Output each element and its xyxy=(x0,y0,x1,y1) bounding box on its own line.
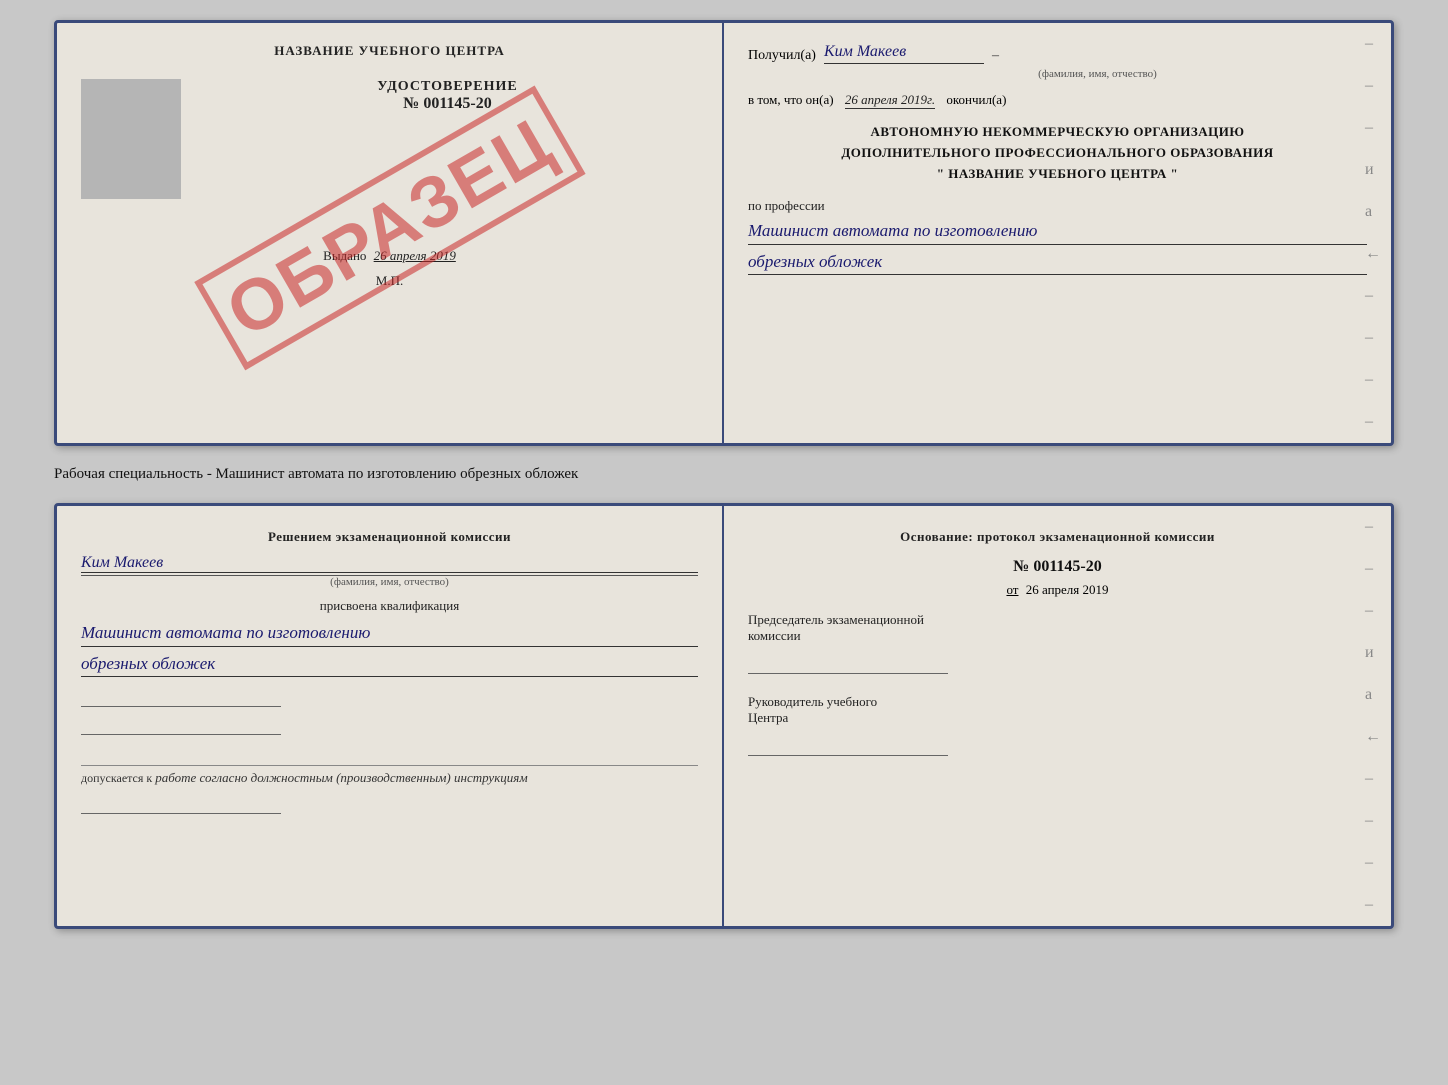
rukov-sign-line xyxy=(748,736,948,756)
predsedatel-block: Председатель экзаменационной комиссии xyxy=(748,612,1367,674)
org-block: АВТОНОМНУЮ НЕКОММЕРЧЕСКУЮ ОРГАНИЗАЦИЮ ДО… xyxy=(748,122,1367,184)
ot-label: от xyxy=(1006,582,1018,597)
dash1: – xyxy=(992,48,999,64)
bottom-document: Решением экзаменационной комиссии Ким Ма… xyxy=(54,503,1394,929)
org-line2: ДОПОЛНИТЕЛЬНОГО ПРОФЕССИОНАЛЬНОГО ОБРАЗО… xyxy=(748,143,1367,164)
okonchill-label: окончил(а) xyxy=(946,92,1006,107)
resheniem-block: Решением экзаменационной комиссии xyxy=(81,526,698,548)
ot-date-line: от 26 апреля 2019 xyxy=(748,582,1367,598)
right-dashes-bottom: – – – и а ← – – – – xyxy=(1365,506,1381,926)
vydano-date: 26 апреля 2019 xyxy=(374,248,456,263)
sign-line-3 xyxy=(81,794,281,814)
top-training-center-title: НАЗВАНИЕ УЧЕБНОГО ЦЕНТРА xyxy=(274,43,505,59)
rukov-label2: Центра xyxy=(748,710,1367,726)
receiver-name: Ким Макеев xyxy=(824,43,984,64)
protokol-date: 26 апреля 2019 xyxy=(1026,582,1109,597)
top-doc-left: НАЗВАНИЕ УЧЕБНОГО ЦЕНТРА УДОСТОВЕРЕНИЕ №… xyxy=(57,23,724,443)
predsedatel-label1: Председатель экзаменационной xyxy=(748,612,1367,628)
bottom-doc-right: Основание: протокол экзаменационной коми… xyxy=(724,506,1391,926)
sign-line-2 xyxy=(81,715,281,735)
receiver-line: Получил(а) Ким Макеев – xyxy=(748,43,1367,64)
org-name: " НАЗВАНИЕ УЧЕБНОГО ЦЕНТРА " xyxy=(748,164,1367,185)
vydano-section: Выдано 26 апреля 2019 xyxy=(323,247,456,265)
po-professii-label: по профессии xyxy=(748,198,1367,214)
mp-line: М.П. xyxy=(376,273,403,289)
fio-label-text: (фамилия, имя, отчество) xyxy=(828,68,1367,80)
left-inner: УДОСТОВЕРЕНИЕ № 001145-20 xyxy=(81,79,698,207)
predsedatel-sign-line xyxy=(748,654,948,674)
signature-lines xyxy=(81,687,698,735)
dopusk-text: работе согласно должностным (производств… xyxy=(155,770,527,785)
rukov-block: Руководитель учебного Центра xyxy=(748,694,1367,756)
poluchil-label: Получил(а) xyxy=(748,48,816,64)
top-doc-right: Получил(а) Ким Макеев – (фамилия, имя, о… xyxy=(724,23,1391,443)
vtom-date: 26 апреля 2019г. xyxy=(845,92,935,109)
caption-line: Рабочая специальность - Машинист автомат… xyxy=(54,462,1394,487)
vydano-label: Выдано xyxy=(323,248,366,263)
protokol-nomer: № 001145-20 xyxy=(748,558,1367,576)
prisvoena-label: присвоена квалификация xyxy=(81,598,698,614)
kvalif-line1: Машинист автомата по изготовлению xyxy=(81,620,698,647)
komissia-person-name: Ким Макеев xyxy=(81,554,698,573)
dopuskaetsya-section: допускается к работе согласно должностны… xyxy=(81,765,698,786)
komissia-fio-label: (фамилия, имя, отчество) xyxy=(81,575,698,588)
osnovanie-block: Основание: протокол экзаменационной коми… xyxy=(748,526,1367,548)
vtom-line: в том, что он(а) 26 апреля 2019г. окончи… xyxy=(748,92,1367,108)
vtom-label: в том, что он(а) xyxy=(748,92,834,107)
predsedatel-label2: комиссии xyxy=(748,628,1367,644)
photo-placeholder xyxy=(81,79,181,199)
top-document: НАЗВАНИЕ УЧЕБНОГО ЦЕНТРА УДОСТОВЕРЕНИЕ №… xyxy=(54,20,1394,446)
profession-line1: Машинист автомата по изготовлению xyxy=(748,218,1367,245)
sign-line-1 xyxy=(81,687,281,707)
rukov-label1: Руководитель учебного xyxy=(748,694,1367,710)
fio-label-top: (фамилия, имя, отчество) xyxy=(828,68,1367,80)
resheniem-label: Решением экзаменационной комиссии xyxy=(268,529,511,544)
bottom-doc-left: Решением экзаменационной комиссии Ким Ма… xyxy=(57,506,724,926)
vydano-line: Выдано 26 апреля 2019 xyxy=(323,248,456,263)
komissia-name-section: Ким Макеев (фамилия, имя, отчество) xyxy=(81,554,698,588)
profession-line2: обрезных обложек xyxy=(748,249,1367,276)
org-line1: АВТОНОМНУЮ НЕКОММЕРЧЕСКУЮ ОРГАНИЗАЦИЮ xyxy=(748,122,1367,143)
osnovanie-text: Основание: протокол экзаменационной коми… xyxy=(900,529,1215,544)
right-dashes: – – – и а ← – – – – xyxy=(1365,23,1381,443)
dopuskaetsya-label: допускается к xyxy=(81,771,152,785)
kvalif-line2: обрезных обложек xyxy=(81,651,698,678)
